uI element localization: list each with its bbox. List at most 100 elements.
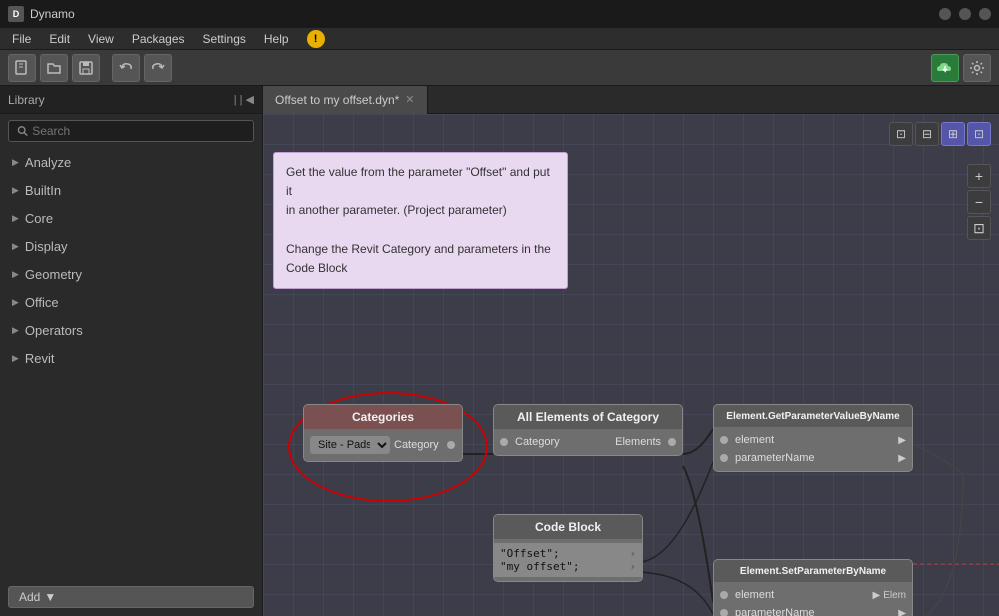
info-line1: Get the value from the parameter "Offset… [286,163,555,201]
sidebar-item-operators[interactable]: ▶ Operators [0,316,262,344]
main-layout: Library | | ◀ ▶ Analyze ▶ BuiltIn ▶ Core… [0,86,999,616]
element-input-port [720,436,728,444]
canvas-tool-home[interactable]: ⊡ [889,122,913,146]
maximize-button[interactable] [959,8,971,20]
undo-button[interactable] [112,54,140,82]
categories-node-body: Site - Pads Category [304,429,462,461]
menu-file[interactable]: File [4,30,39,48]
settings-button[interactable] [963,54,991,82]
sidebar-item-geometry[interactable]: ▶ Geometry [0,260,262,288]
set-element-input-port [720,591,728,599]
cloud-button[interactable] [931,54,959,82]
info-box: Get the value from the parameter "Offset… [273,152,568,289]
zoom-out-button[interactable]: − [967,190,991,214]
get-param-node: Element.GetParameterValueByName element … [713,404,913,472]
chevron-right-icon: ▶ [12,269,19,280]
sidebar-item-display[interactable]: ▶ Display [0,232,262,260]
canvas[interactable]: ⊡ ⊟ ⊞ ⊡ + − ⊡ Get the value from the par… [263,114,999,616]
sidebar-icons: | | ◀ [234,93,254,106]
category-port-label: Category [394,439,439,451]
canvas-tool-nav[interactable]: ⊡ [967,122,991,146]
redo-button[interactable] [144,54,172,82]
all-elements-row: Category Elements [494,433,682,451]
output-port-indicator: › [629,560,636,573]
search-box [8,120,254,142]
elements-output-port [668,438,676,446]
search-input[interactable] [32,124,245,138]
new-button[interactable] [8,54,36,82]
chevron-right-icon: ▶ [12,185,19,196]
menu-view[interactable]: View [80,30,122,48]
canvas-tool-fit[interactable]: ⊟ [915,122,939,146]
code-content[interactable]: "Offset"; › "my offset"; › [494,543,642,577]
param-input-port [720,454,728,462]
sidebar: Library | | ◀ ▶ Analyze ▶ BuiltIn ▶ Core… [0,86,263,616]
open-button[interactable] [40,54,68,82]
set-param-header: Element.SetParameterByName [714,560,912,582]
code-block-node: Code Block "Offset"; › "my offset"; › [493,514,643,582]
info-line4: Change the Revit Category and parameters… [286,240,555,259]
chevron-right-icon: ▶ [12,213,19,224]
sidebar-item-label: Display [25,239,68,254]
zoom-controls: + − ⊡ [967,164,991,240]
code-row-2: "my offset"; › [500,560,636,573]
chevron-right-icon: ▶ [12,297,19,308]
chevron-right-icon: ▶ [12,353,19,364]
sidebar-item-analyze[interactable]: ▶ Analyze [0,148,262,176]
titlebar-left: D Dynamo [8,6,75,22]
add-button[interactable]: Add ▼ [8,586,254,608]
warning-icon[interactable]: ! [307,30,325,48]
menu-settings[interactable]: Settings [195,30,254,48]
window-controls [939,8,991,20]
info-line5: Code Block [286,259,555,278]
library-label: Library [8,93,45,107]
menu-help[interactable]: Help [256,30,297,48]
category-output-port [447,441,455,449]
categories-node-header: Categories [304,405,462,429]
sidebar-item-core[interactable]: ▶ Core [0,204,262,232]
save-button[interactable] [72,54,100,82]
chevron-right-icon: ▶ [12,241,19,252]
set-param-row-param: parameterName ▶ [714,604,912,616]
titlebar: D Dynamo [0,0,999,28]
search-container [0,114,262,148]
dropdown-arrow-icon: ▼ [44,590,56,604]
search-icon [17,125,28,137]
get-param-header: Element.GetParameterValueByName [714,405,912,427]
sidebar-item-office[interactable]: ▶ Office [0,288,262,316]
sidebar-item-revit[interactable]: ▶ Revit [0,344,262,372]
code-row-1: "Offset"; › [500,547,636,560]
output-port-indicator: › [629,547,636,560]
canvas-toolbar-top: ⊡ ⊟ ⊞ ⊡ [889,122,991,146]
sidebar-header: Library | | ◀ [0,86,262,114]
tab-close-icon[interactable]: ✕ [405,93,414,106]
categories-select-row: Site - Pads Category [304,433,462,457]
menubar: File Edit View Packages Settings Help ! [0,28,999,50]
category-dropdown[interactable]: Site - Pads [310,436,390,454]
category-input-port [500,438,508,446]
sidebar-item-label: Geometry [25,267,82,282]
info-line3 [286,221,555,240]
tab-main[interactable]: Offset to my offset.dyn* ✕ [263,86,428,114]
set-param-row-element: element ▶ Elem [714,586,912,604]
app-logo: D [8,6,24,22]
elements-output-label: Elements [615,436,661,448]
categories-node: Categories Site - Pads Category [303,404,463,462]
fit-view-button[interactable]: ⊡ [967,216,991,240]
menu-edit[interactable]: Edit [41,30,78,48]
minimize-button[interactable] [939,8,951,20]
zoom-in-button[interactable]: + [967,164,991,188]
sidebar-item-builtin[interactable]: ▶ BuiltIn [0,176,262,204]
sidebar-item-label: Operators [25,323,83,338]
canvas-tool-3d[interactable]: ⊞ [941,122,965,146]
close-button[interactable] [979,8,991,20]
sidebar-item-label: Revit [25,351,55,366]
canvas-area: Offset to my offset.dyn* ✕ ⊡ ⊟ ⊞ ⊡ + − ⊡… [263,86,999,616]
sidebar-item-label: Office [25,295,59,310]
code-block-body: "Offset"; › "my offset"; › [494,539,642,581]
toolbar [0,50,999,86]
all-elements-header: All Elements of Category [494,405,682,429]
menu-packages[interactable]: Packages [124,30,193,48]
add-btn-container: Add ▼ [0,578,262,616]
chevron-right-icon: ▶ [12,157,19,168]
